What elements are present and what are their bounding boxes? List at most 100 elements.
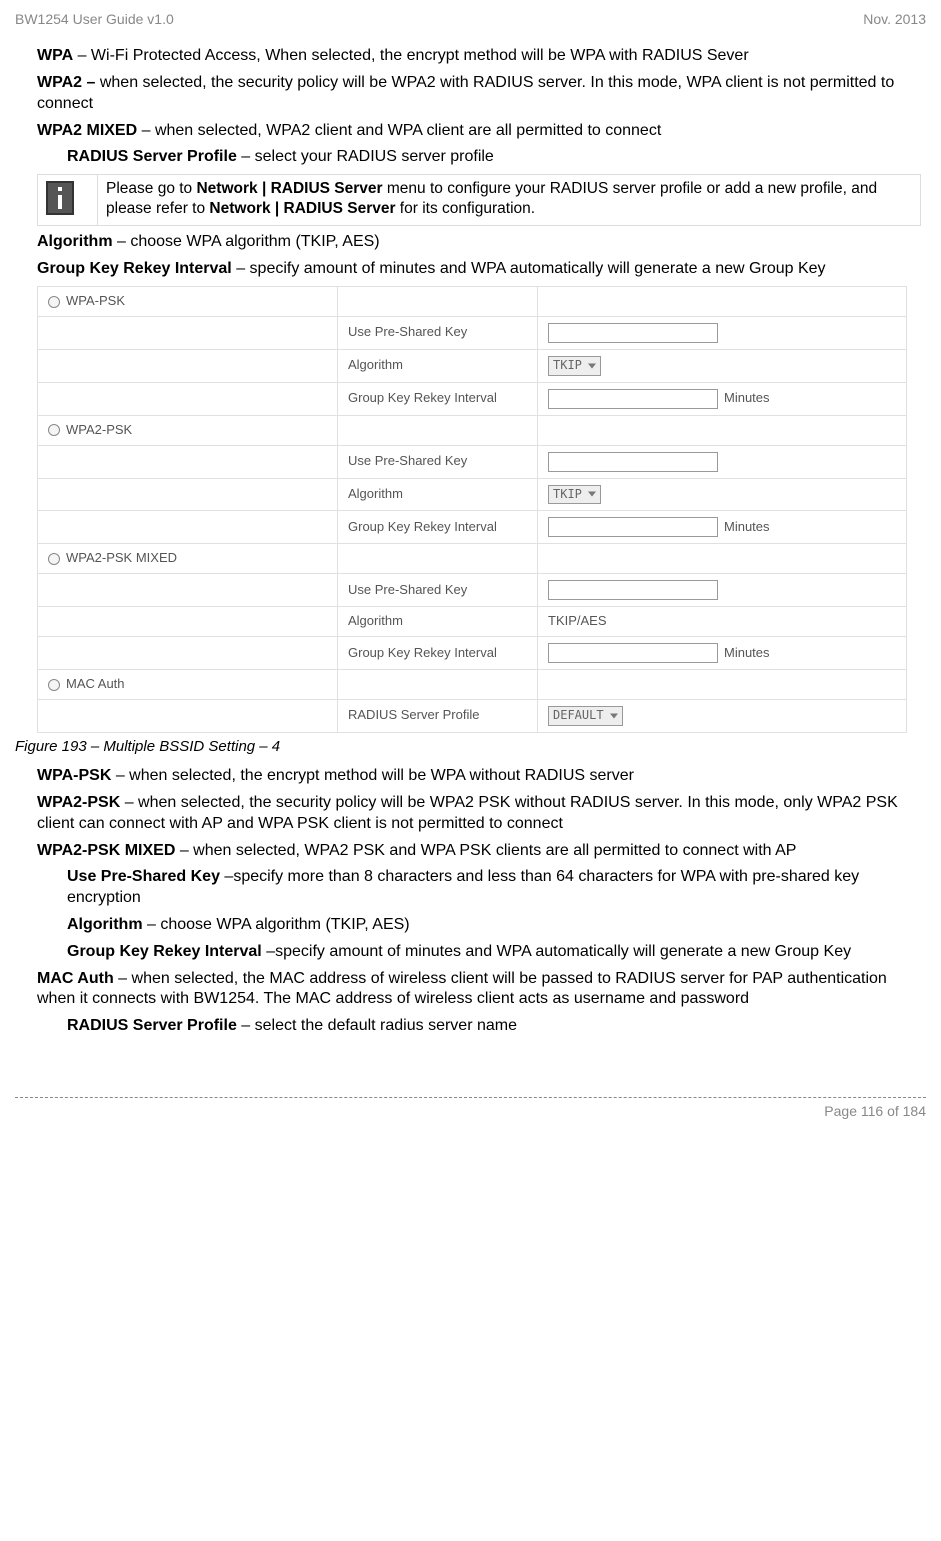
wpa2-desc: WPA2 – when selected, the security polic…	[37, 73, 921, 115]
field-label-cell	[338, 286, 538, 316]
algorithm-desc: Algorithm – choose WPA algorithm (TKIP, …	[37, 232, 921, 253]
radius-profile-term: RADIUS Server Profile	[67, 148, 237, 165]
field-value-cell	[538, 445, 907, 478]
groupkey2-text: –specify amount of minutes and WPA autom…	[262, 943, 851, 960]
figure-caption: Figure 193 – Multiple BSSID Setting – 4	[15, 737, 926, 757]
radio-label: WPA2-PSK MIXED	[66, 550, 177, 565]
wpa2mixed-text: – when selected, WPA2 client and WPA cli…	[137, 122, 661, 139]
field-label-cell: Use Pre-Shared Key	[338, 574, 538, 607]
table-row: WPA2-PSK	[38, 415, 907, 445]
radio-cell	[38, 316, 338, 349]
field-value-cell: DEFAULT	[538, 700, 907, 733]
field-value-cell: Minutes	[538, 637, 907, 670]
wpa2pskmixed-term: WPA2-PSK MIXED	[37, 842, 175, 859]
radio-cell	[38, 382, 338, 415]
field-label-cell: Group Key Rekey Interval	[338, 382, 538, 415]
field-label-cell: Algorithm	[338, 478, 538, 511]
radio-icon[interactable]	[48, 424, 60, 436]
radiusprofile2-text: – select the default radius server name	[237, 1017, 517, 1034]
radio-cell	[38, 349, 338, 382]
field-label-cell: RADIUS Server Profile	[338, 700, 538, 733]
radio-cell	[38, 445, 338, 478]
field-label-cell: Algorithm	[338, 349, 538, 382]
field-value-cell: Minutes	[538, 511, 907, 544]
page-footer: Page 116 of 184	[15, 1097, 926, 1120]
radio-label: WPA-PSK	[66, 293, 125, 308]
field-value-cell: Minutes	[538, 382, 907, 415]
table-row: Use Pre-Shared Key	[38, 445, 907, 478]
algorithm-term: Algorithm	[37, 233, 113, 250]
text-input[interactable]	[548, 517, 718, 537]
table-row: Algorithm TKIP	[38, 349, 907, 382]
macauth-term: MAC Auth	[37, 970, 114, 987]
wpapsk-text: – when selected, the encrypt method will…	[111, 767, 634, 784]
field-label-cell	[338, 415, 538, 445]
field-label-cell: Group Key Rekey Interval	[338, 511, 538, 544]
presharedkey-term: Use Pre-Shared Key	[67, 868, 220, 885]
page-content-lower: WPA-PSK – when selected, the encrypt met…	[15, 766, 926, 1037]
info-b2: Network | RADIUS Server	[209, 200, 395, 217]
field-value-cell: TKIP	[538, 349, 907, 382]
field-label-cell: Group Key Rekey Interval	[338, 637, 538, 670]
radio-cell	[38, 574, 338, 607]
algorithm2-desc: Algorithm – choose WPA algorithm (TKIP, …	[37, 915, 921, 936]
groupkey-text: – specify amount of minutes and WPA auto…	[232, 260, 826, 277]
radio-icon[interactable]	[48, 296, 60, 308]
radio-cell	[38, 700, 338, 733]
wpa2-term: WPA2 –	[37, 74, 95, 91]
text-input[interactable]	[548, 643, 718, 663]
field-label-cell	[338, 544, 538, 574]
table-row: Use Pre-Shared Key	[38, 574, 907, 607]
field-value-cell	[538, 544, 907, 574]
field-label-cell	[338, 670, 538, 700]
groupkey-term: Group Key Rekey Interval	[37, 260, 232, 277]
algorithm2-term: Algorithm	[67, 916, 143, 933]
wpa2mixed-term: WPA2 MIXED	[37, 122, 137, 139]
table-row: WPA-PSK	[38, 286, 907, 316]
table-row: AlgorithmTKIP/AES	[38, 607, 907, 637]
radio-icon[interactable]	[48, 679, 60, 691]
radio-cell	[38, 478, 338, 511]
table-row: MAC Auth	[38, 670, 907, 700]
radius-profile-desc: RADIUS Server Profile – select your RADI…	[37, 147, 921, 168]
table-row: Group Key Rekey Interval Minutes	[38, 637, 907, 670]
radiusprofile2-term: RADIUS Server Profile	[67, 1017, 237, 1034]
info-box: Please go to Network | RADIUS Server men…	[37, 174, 921, 226]
info-post: for its configuration.	[396, 200, 536, 217]
field-label-cell: Use Pre-Shared Key	[338, 445, 538, 478]
radio-icon[interactable]	[48, 553, 60, 565]
groupkey-desc: Group Key Rekey Interval – specify amoun…	[37, 259, 921, 280]
field-value-cell: TKIP/AES	[538, 607, 907, 637]
field-value-cell	[538, 286, 907, 316]
text-input[interactable]	[548, 452, 718, 472]
field-value-cell	[538, 316, 907, 349]
wpa2mixed-desc: WPA2 MIXED – when selected, WPA2 client …	[37, 121, 921, 142]
table-row: Algorithm TKIP	[38, 478, 907, 511]
select-dropdown[interactable]: TKIP	[548, 485, 601, 505]
select-dropdown[interactable]: TKIP	[548, 356, 601, 376]
unit-label: Minutes	[724, 645, 770, 660]
radio-label: MAC Auth	[66, 676, 125, 691]
page-header: BW1254 User Guide v1.0 Nov. 2013	[15, 10, 926, 28]
radius-profile-text: – select your RADIUS server profile	[237, 148, 494, 165]
radio-label: WPA2-PSK	[66, 422, 132, 437]
text-input[interactable]	[548, 323, 718, 343]
field-value-cell	[538, 415, 907, 445]
table-row: Use Pre-Shared Key	[38, 316, 907, 349]
wpa-term: WPA	[37, 47, 73, 64]
radio-cell: WPA2-PSK MIXED	[38, 544, 338, 574]
wpapsk-term: WPA-PSK	[37, 767, 111, 784]
text-input[interactable]	[548, 389, 718, 409]
page-number: Page 116 of 184	[824, 1103, 926, 1119]
select-dropdown[interactable]: DEFAULT	[548, 706, 623, 726]
algorithm2-text: – choose WPA algorithm (TKIP, AES)	[143, 916, 410, 933]
wpa-desc: WPA – Wi-Fi Protected Access, When selec…	[37, 46, 921, 67]
field-value-cell: TKIP	[538, 478, 907, 511]
presharedkey-desc: Use Pre-Shared Key –specify more than 8 …	[37, 867, 921, 909]
table-row: RADIUS Server Profile DEFAULT	[38, 700, 907, 733]
radiusprofile2-desc: RADIUS Server Profile – select the defau…	[37, 1016, 921, 1037]
text-input[interactable]	[548, 580, 718, 600]
wpapsk-desc: WPA-PSK – when selected, the encrypt met…	[37, 766, 921, 787]
radio-cell	[38, 511, 338, 544]
doc-date: Nov. 2013	[863, 10, 926, 28]
